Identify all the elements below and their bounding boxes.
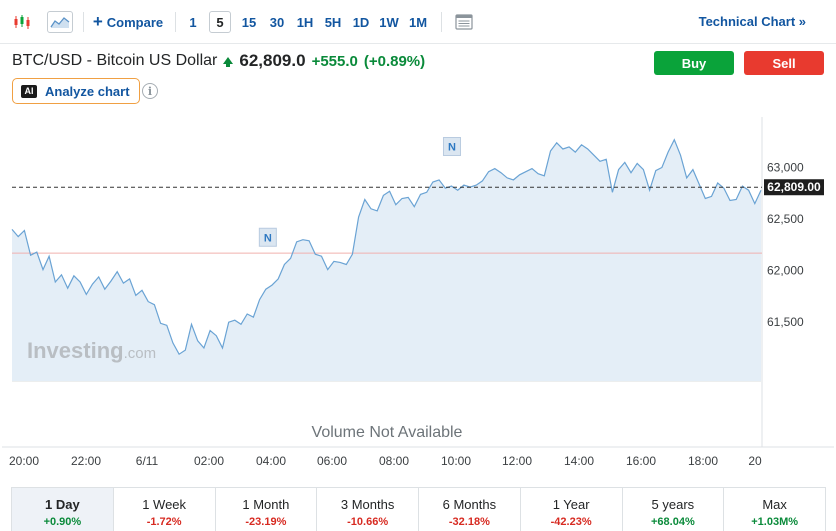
x-tick-label: 06:00 (317, 454, 347, 468)
analyze-chart-button[interactable]: AI Analyze chart (12, 78, 140, 104)
period-performance-table: 1 Day +0.90% 1 Week -1.72% 1 Month -23.19% … (11, 487, 826, 531)
period-change: +1.03M% (751, 516, 799, 528)
interval-button-30[interactable]: 30 (265, 11, 289, 33)
toolbar-divider (441, 12, 442, 32)
y-tick-label: 61,500 (767, 315, 804, 329)
period-change: +0.90% (43, 516, 82, 528)
period-change: -1.72% (146, 516, 182, 528)
candlestick-icon[interactable] (10, 11, 34, 33)
x-tick-label: 6/11 (136, 454, 159, 468)
x-tick-label: 02:00 (194, 454, 224, 468)
x-tick-label: 20:00 (9, 454, 39, 468)
interval-button-5[interactable]: 5 (209, 11, 231, 33)
x-tick-label: 04:00 (256, 454, 286, 468)
toolbar-divider (83, 12, 84, 32)
technical-chart-link[interactable]: Technical Chart » (699, 14, 806, 29)
toolbar-divider (175, 12, 176, 32)
analyze-chart-label: Analyze chart (45, 83, 130, 99)
period-1-day[interactable]: 1 Day +0.90% (12, 488, 114, 531)
period-3-months[interactable]: 3 Months -10.66% (317, 488, 419, 531)
interval-button-1h[interactable]: 1H (293, 11, 317, 33)
x-tick-label: 22:00 (71, 454, 101, 468)
period-change: -10.66% (347, 516, 389, 528)
x-tick-label: 16:00 (626, 454, 656, 468)
x-tick-label: 14:00 (564, 454, 594, 468)
x-tick-label: 10:00 (441, 454, 471, 468)
x-tick-label: 20 (748, 454, 762, 468)
news-marker[interactable]: N (258, 227, 277, 247)
period-label: 3 Months (340, 497, 395, 512)
period-label: 6 Months (442, 497, 497, 512)
table-view-icon[interactable] (452, 11, 476, 33)
period-label: 1 Day (45, 497, 80, 512)
period-max[interactable]: Max +1.03M% (724, 488, 825, 531)
period-change: -42.23% (550, 516, 592, 528)
news-marker-label: N (448, 142, 456, 154)
area-chart-icon[interactable] (47, 11, 73, 33)
period-label: 1 Month (242, 497, 290, 512)
y-tick-label: 62,000 (767, 264, 804, 278)
period-label: 5 years (651, 497, 695, 512)
period-label: 1 Year (552, 497, 590, 512)
period-6-months[interactable]: 6 Months -32.18% (419, 488, 521, 531)
watermark-text: Investing (27, 338, 124, 363)
y-tick-label: 63,000 (767, 161, 804, 175)
x-tick-label: 08:00 (379, 454, 409, 468)
info-icon[interactable]: i (142, 83, 158, 99)
period-change: +68.04% (651, 516, 695, 528)
period-label: Max (762, 497, 787, 512)
period-5-years[interactable]: 5 years +68.04% (622, 488, 725, 531)
period-1-week[interactable]: 1 Week -1.72% (113, 488, 216, 531)
last-price: 62,809.0 (239, 51, 306, 70)
sell-button[interactable]: Sell (744, 51, 824, 75)
x-tick-label: 18:00 (688, 454, 718, 468)
interval-button-1w[interactable]: 1W (376, 11, 402, 33)
chart-toolbar: + Compare 1 5 15 30 1H 5H 1D 1W 1M Techn… (0, 0, 836, 44)
ai-badge-icon: AI (21, 84, 37, 98)
price-change: +555.0 (311, 52, 358, 70)
volume-note: Volume Not Available (312, 424, 463, 441)
current-price-label: 62,809.00 (767, 180, 821, 194)
current-price-label-group: 62,809.00 (764, 179, 824, 196)
arrow-up-icon (223, 56, 234, 67)
interval-button-1[interactable]: 1 (183, 11, 203, 33)
interval-button-5h[interactable]: 5H (321, 11, 345, 33)
compare-label: Compare (106, 14, 164, 30)
price-chart[interactable]: 61,500 62,000 62,500 63,000 20:00 22:00 6/11 0… (0, 117, 836, 487)
x-tick-label: 12:00 (502, 454, 532, 468)
plus-icon: + (92, 12, 103, 31)
compare-button[interactable]: + Compare (90, 11, 166, 33)
period-1-month[interactable]: 1 Month -23.19% (215, 488, 318, 531)
price-change-percent: (+0.89%) (363, 52, 426, 70)
instrument-header: BTC/USD - Bitcoin US Dollar 62,809.0 +55… (12, 50, 425, 72)
interval-button-1d[interactable]: 1D (349, 11, 373, 33)
y-tick-label: 62,500 (767, 212, 804, 226)
watermark-suffix: .com (124, 345, 157, 362)
instrument-name: BTC/USD - Bitcoin US Dollar (12, 52, 218, 69)
news-marker-label: N (264, 232, 272, 244)
buy-button[interactable]: Buy (654, 51, 734, 75)
period-change: -32.18% (448, 516, 490, 528)
period-change: -23.19% (245, 516, 287, 528)
news-marker[interactable]: N (442, 137, 461, 157)
interval-button-15[interactable]: 15 (237, 11, 261, 33)
period-1-year[interactable]: 1 Year -42.23% (520, 488, 623, 531)
period-label: 1 Week (142, 497, 187, 512)
interval-button-1m[interactable]: 1M (405, 11, 431, 33)
